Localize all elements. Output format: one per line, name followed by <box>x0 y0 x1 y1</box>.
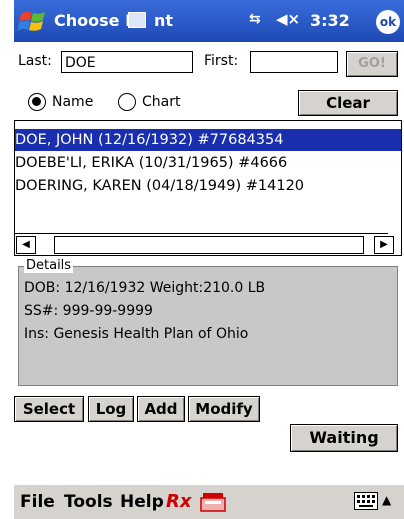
name-radio-label: Name <box>52 94 94 110</box>
details-insurance: Ins: Genesis Health Plan of Ohio <box>24 326 249 342</box>
chart-radio-label: Chart <box>142 94 181 110</box>
menu-bar: File Tools Help Rx ▲ <box>14 484 404 519</box>
menu-file[interactable]: File <box>20 492 55 512</box>
list-item[interactable]: DOERING, KAREN (04/18/1949) #14120 <box>15 175 401 197</box>
clear-button[interactable]: Clear <box>298 90 398 116</box>
go-button[interactable]: GO! <box>346 51 398 77</box>
add-button[interactable]: Add <box>137 396 185 422</box>
title-bar: Choose P nt ⇆ ◀× 3:32 ok <box>14 0 404 42</box>
clock-time[interactable]: 3:32 <box>310 11 350 30</box>
volume-icon[interactable]: ◀× <box>276 10 300 28</box>
list-item[interactable]: DOEBE'LI, ERIKA (10/31/1965) #4666 <box>15 152 401 174</box>
modify-button[interactable]: Modify <box>188 396 260 422</box>
last-name-label: Last: <box>18 53 52 69</box>
details-legend: Details <box>24 258 74 273</box>
sip-arrow-up-icon[interactable]: ▲ <box>382 493 391 507</box>
ok-button[interactable]: ok <box>376 10 400 34</box>
connectivity-icon[interactable]: ⇆ <box>249 11 261 27</box>
horizontal-scrollbar[interactable]: ◀ ▶ <box>14 233 394 256</box>
details-ssn: SS#: 999-99-9999 <box>24 303 153 319</box>
list-item[interactable]: DOE, JOHN (12/16/1932) #77684354 <box>15 129 401 151</box>
first-name-label: First: <box>204 53 239 69</box>
menu-rx[interactable]: Rx <box>166 491 191 512</box>
keyboard-icon[interactable] <box>354 492 378 510</box>
waiting-button[interactable]: Waiting <box>290 424 398 452</box>
windows-flag-icon[interactable] <box>18 6 48 36</box>
window-title: Choose P <box>54 11 137 30</box>
last-name-input[interactable]: DOE <box>61 51 193 73</box>
details-dob-weight: DOB: 12/16/1932 Weight:210.0 LB <box>24 280 266 296</box>
scroll-left-icon[interactable]: ◀ <box>16 236 36 254</box>
scroll-track[interactable] <box>54 236 364 254</box>
select-button[interactable]: Select <box>14 396 84 422</box>
name-radio[interactable] <box>28 93 46 111</box>
menu-tools[interactable]: Tools <box>64 492 113 512</box>
log-button[interactable]: Log <box>88 396 134 422</box>
menu-help[interactable]: Help <box>120 492 164 512</box>
chart-radio[interactable] <box>118 93 136 111</box>
keyboard-indicator-icon <box>128 12 146 28</box>
pill-bottle-icon[interactable] <box>200 491 226 513</box>
radio-selected-dot <box>32 97 41 106</box>
first-name-input[interactable] <box>250 51 338 73</box>
window-title-suffix: nt <box>154 11 174 30</box>
scroll-right-icon[interactable]: ▶ <box>374 236 394 254</box>
